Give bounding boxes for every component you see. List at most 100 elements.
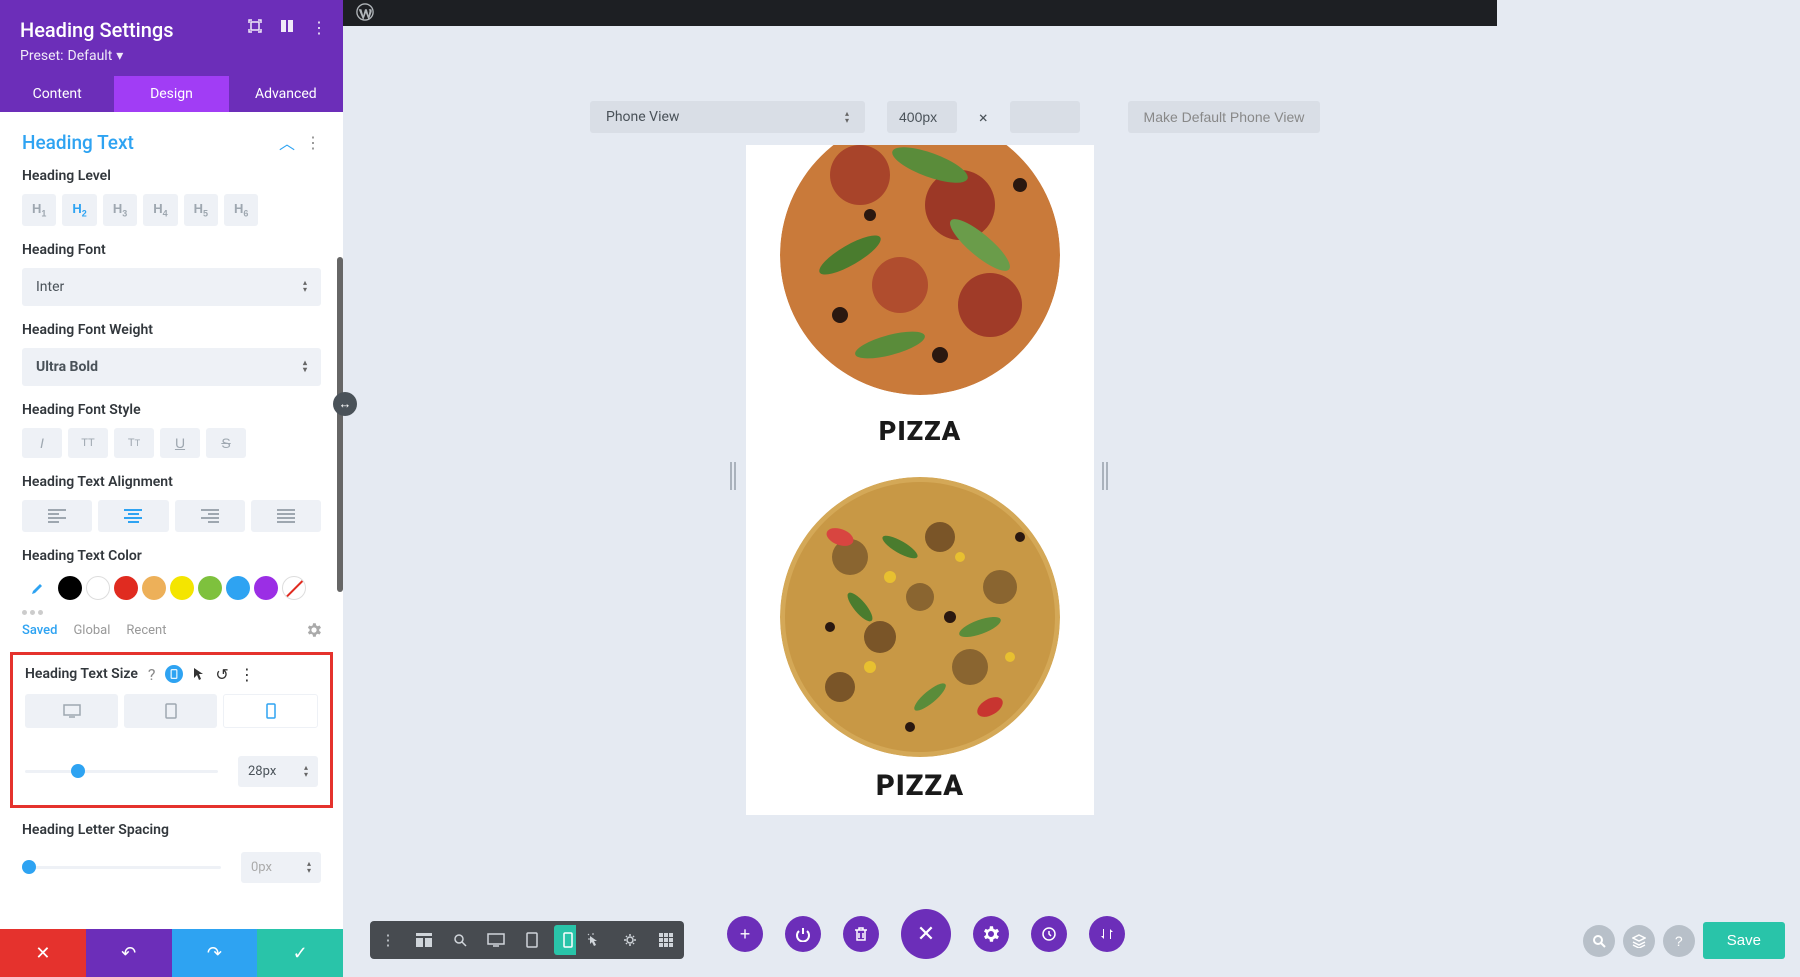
strikethrough-button[interactable]: S [206, 428, 246, 458]
tab-content[interactable]: Content [0, 76, 114, 112]
color-tab-recent[interactable]: Recent [126, 623, 166, 638]
uppercase-button[interactable]: TT [68, 428, 108, 458]
layers-icon[interactable] [1623, 925, 1655, 957]
desktop-icon[interactable] [482, 925, 510, 955]
admin-bar [343, 0, 1497, 26]
menu-vertical-icon[interactable]: ⋮ [239, 665, 255, 684]
align-right-button[interactable] [175, 500, 245, 532]
letter-spacing-field: Heading Letter Spacing 0px [0, 812, 343, 899]
brightness-icon[interactable] [616, 925, 644, 955]
preset-selector[interactable]: Preset: Default ▾ [20, 48, 323, 64]
text-size-input[interactable]: 28px [238, 756, 318, 787]
menu-icon[interactable]: ⋮ [374, 925, 402, 955]
search-icon[interactable] [1583, 925, 1615, 957]
close-button[interactable]: ✕ [0, 929, 86, 977]
menu-vertical-icon[interactable]: ⋮ [305, 133, 321, 152]
color-white[interactable] [86, 576, 110, 600]
chevron-up-icon[interactable]: ︿ [279, 130, 295, 154]
heading-style-field: Heading Font Style I TT TT U S [0, 402, 343, 474]
align-center-button[interactable] [98, 500, 168, 532]
right-actions: ? Save [1583, 922, 1785, 959]
help-icon[interactable]: ? [1663, 925, 1695, 957]
color-red[interactable] [114, 576, 138, 600]
h4-button[interactable]: H4 [143, 194, 177, 226]
color-orange[interactable] [142, 576, 166, 600]
color-purple[interactable] [254, 576, 278, 600]
sort-icon[interactable] [1089, 916, 1125, 952]
tab-advanced[interactable]: Advanced [229, 76, 343, 112]
align-left-button[interactable] [22, 500, 92, 532]
smallcaps-button[interactable]: TT [114, 428, 154, 458]
h5-button[interactable]: H5 [184, 194, 218, 226]
hover-icon[interactable] [193, 667, 205, 681]
resize-handle-right[interactable] [1102, 462, 1112, 490]
letter-spacing-slider[interactable] [22, 866, 221, 869]
zoom-icon[interactable] [446, 925, 474, 955]
text-size-slider[interactable] [25, 770, 218, 773]
weight-select[interactable]: Ultra Bold [22, 348, 321, 386]
save-button[interactable]: Save [1703, 922, 1785, 959]
power-icon[interactable] [785, 916, 821, 952]
color-black[interactable] [58, 576, 82, 600]
heading-size-field: Heading Text Size ? ↺ ⋮ [10, 652, 333, 808]
trash-icon[interactable] [843, 916, 879, 952]
grid-icon[interactable] [279, 18, 295, 37]
h2-button[interactable]: H2 [62, 194, 96, 226]
phone-tab[interactable] [223, 694, 318, 728]
wordpress-logo-icon[interactable] [356, 3, 374, 21]
menu-vertical-icon[interactable]: ⋮ [311, 18, 327, 37]
responsive-icon[interactable] [165, 665, 183, 683]
click-icon[interactable] [580, 925, 608, 955]
reset-icon[interactable]: ↺ [215, 665, 228, 684]
letter-spacing-input[interactable]: 0px [241, 852, 321, 883]
clock-icon[interactable] [1031, 916, 1067, 952]
h6-button[interactable]: H6 [224, 194, 258, 226]
font-select[interactable]: Inter [22, 268, 321, 306]
grid-view-icon[interactable] [652, 925, 680, 955]
width-input[interactable] [887, 101, 957, 133]
view-mode-select[interactable]: Phone View [590, 101, 865, 133]
eyedropper-icon[interactable] [22, 574, 50, 602]
effects-toolbar [576, 921, 684, 959]
close-button[interactable]: ✕ [901, 909, 951, 959]
gear-icon[interactable] [973, 916, 1009, 952]
device-toolbar: ⋮ [370, 921, 586, 959]
height-input[interactable] [1010, 101, 1080, 133]
item-2-heading: PIZZA [746, 769, 1094, 803]
h1-button[interactable]: H1 [22, 194, 56, 226]
resize-handle-left[interactable] [730, 462, 740, 490]
collapse-sidebar-button[interactable]: ↔ [333, 392, 357, 416]
section-heading-text[interactable]: Heading Text ︿ ⋮ [0, 112, 343, 168]
check-button[interactable]: ✓ [257, 929, 343, 977]
undo-button[interactable]: ↶ [86, 929, 172, 977]
color-none[interactable] [282, 576, 306, 600]
scrollbar[interactable] [337, 257, 343, 592]
color-blue[interactable] [226, 576, 250, 600]
color-tab-saved[interactable]: Saved [22, 623, 57, 638]
gear-icon[interactable] [307, 623, 321, 637]
underline-button[interactable]: U [160, 428, 200, 458]
tablet-tab[interactable] [124, 694, 217, 728]
h3-button[interactable]: H3 [103, 194, 137, 226]
heading-weight-field: Heading Font Weight Ultra Bold [0, 322, 343, 402]
tablet-icon[interactable] [518, 925, 546, 955]
make-default-button[interactable]: Make Default Phone View [1128, 101, 1321, 133]
sidebar-body: Heading Text ︿ ⋮ Heading Level H1 H2 H3 … [0, 112, 343, 929]
desktop-tab[interactable] [25, 694, 118, 728]
stepper-icon[interactable] [307, 861, 311, 874]
align-justify-button[interactable] [251, 500, 321, 532]
heading-level-field: Heading Level H1 H2 H3 H4 H5 H6 [0, 168, 343, 242]
color-green[interactable] [198, 576, 222, 600]
help-icon[interactable]: ? [148, 665, 156, 684]
expand-icon[interactable] [247, 18, 263, 37]
redo-button[interactable]: ↷ [172, 929, 258, 977]
stepper-icon[interactable] [304, 765, 308, 778]
wireframe-icon[interactable] [410, 925, 438, 955]
page-actions: + ✕ [727, 909, 1125, 959]
color-tab-global[interactable]: Global [73, 623, 110, 638]
color-yellow[interactable] [170, 576, 194, 600]
dimension-separator: × [979, 108, 988, 127]
add-button[interactable]: + [727, 916, 763, 952]
tab-design[interactable]: Design [114, 76, 228, 112]
italic-button[interactable]: I [22, 428, 62, 458]
